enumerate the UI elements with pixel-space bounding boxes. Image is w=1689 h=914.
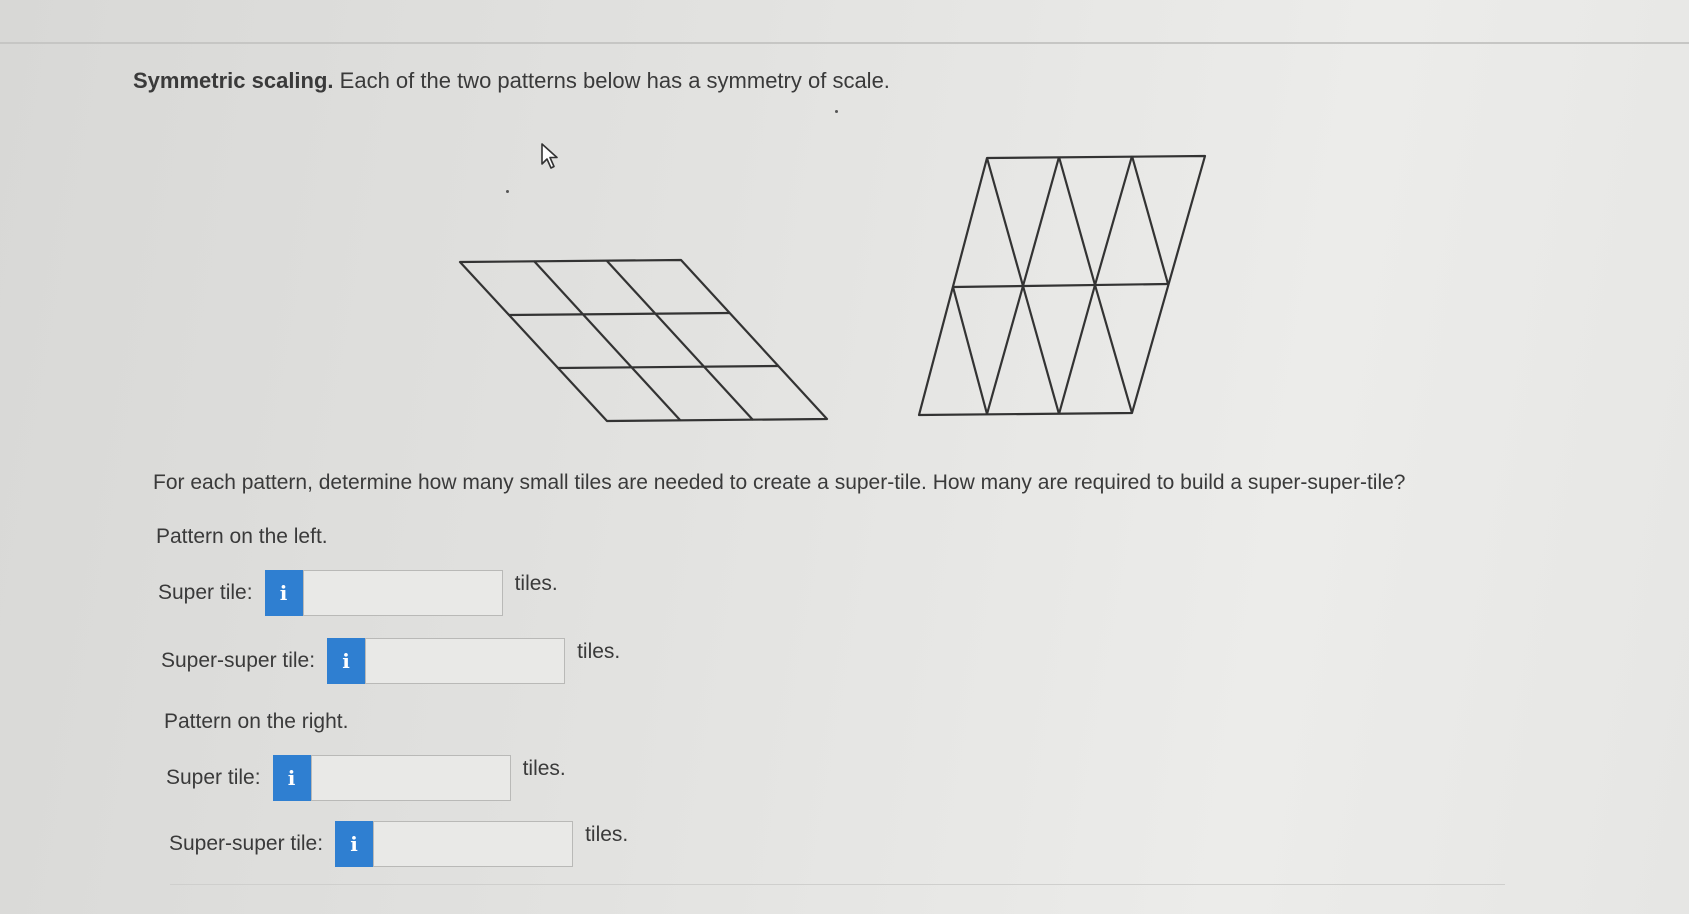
instruction-text: For each pattern, determine how many sma… <box>153 471 1406 494</box>
right-super-super-tile-input[interactable] <box>373 821 574 867</box>
problem-title-text: Each of the two patterns below has a sym… <box>333 68 890 93</box>
left-pattern-figure <box>458 258 829 423</box>
bottom-divider <box>170 884 1505 885</box>
info-icon[interactable]: i <box>264 570 303 616</box>
left-pattern-heading: Pattern on the left. <box>156 525 328 548</box>
right-super-tile-row: Super tile: i tiles. <box>166 755 566 801</box>
right-super-tile-unit: tiles. <box>522 757 566 780</box>
right-super-tile-input[interactable] <box>310 755 511 801</box>
info-icon[interactable]: i <box>272 755 311 801</box>
left-super-super-tile-row: Super-super tile: i tiles. <box>161 638 620 684</box>
left-super-tile-unit: tiles. <box>514 572 558 595</box>
left-super-tile-row: Super tile: i tiles. <box>158 570 558 616</box>
left-super-super-tile-input[interactable] <box>365 638 566 684</box>
problem-title-bold: Symmetric scaling. <box>133 68 334 93</box>
left-super-super-tile-label: Super-super tile: <box>161 649 316 672</box>
left-super-super-tile-unit: tiles. <box>577 640 621 663</box>
stray-dot <box>506 190 509 193</box>
right-pattern-figure <box>917 154 1207 417</box>
right-pattern-heading: Pattern on the right. <box>164 710 349 733</box>
right-super-super-tile-row: Super-super tile: i tiles. <box>169 821 628 867</box>
problem-title: Symmetric scaling. Each of the two patte… <box>133 68 890 94</box>
info-icon[interactable]: i <box>327 638 366 684</box>
left-super-tile-label: Super tile: <box>158 581 253 604</box>
top-divider <box>0 42 1689 44</box>
pattern-figures <box>458 154 1207 423</box>
mouse-cursor-icon <box>541 143 558 169</box>
info-icon[interactable]: i <box>335 821 374 867</box>
right-super-super-tile-label: Super-super tile: <box>169 832 324 855</box>
left-super-tile-input[interactable] <box>302 570 503 616</box>
stray-dot <box>835 110 838 113</box>
right-super-tile-label: Super tile: <box>166 766 261 789</box>
right-super-super-tile-unit: tiles. <box>585 823 629 846</box>
